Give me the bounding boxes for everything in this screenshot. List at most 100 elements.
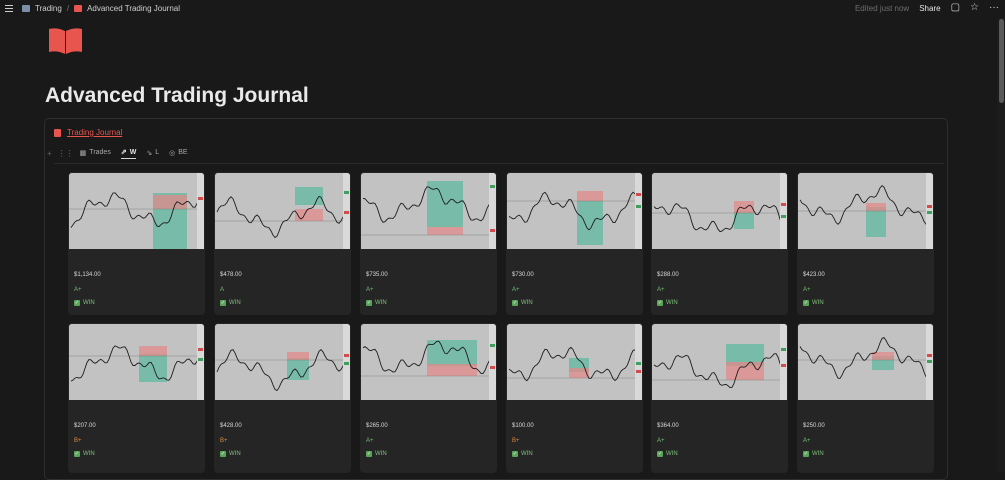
tab-be[interactable]: ◎ BE xyxy=(169,149,187,159)
gallery-card[interactable]: $207.00 B+ ✓ WIN xyxy=(68,323,205,473)
gallery-card[interactable]: $478.00 A ✓ WIN xyxy=(214,172,351,315)
checkmark-icon: ✓ xyxy=(512,451,518,457)
checkmark-icon: ✓ xyxy=(803,451,809,457)
trade-result: ✓ WIN xyxy=(512,300,533,306)
comment-icon[interactable]: ▢ xyxy=(951,3,960,13)
result-label: WIN xyxy=(812,300,824,306)
chart-thumbnail xyxy=(69,324,204,400)
checkmark-icon: ✓ xyxy=(366,451,372,457)
checkmark-icon: ✓ xyxy=(657,451,663,457)
trade-result: ✓ WIN xyxy=(657,451,678,457)
divider xyxy=(54,163,944,164)
scrollbar-thumb[interactable] xyxy=(999,19,1004,103)
gallery-card[interactable]: $1,134.00 A+ ✓ WIN xyxy=(68,172,205,315)
gallery-card[interactable]: $364.00 A+ ✓ WIN xyxy=(651,323,788,473)
bar-chart-icon: ▩ xyxy=(79,149,87,157)
trade-result: ✓ WIN xyxy=(366,451,387,457)
gallery-card[interactable]: $288.00 A+ ✓ WIN xyxy=(651,172,788,315)
checkmark-icon: ✓ xyxy=(657,300,663,306)
breadcrumb: Trading / Advanced Trading Journal xyxy=(22,4,180,13)
trend-down-icon: ⇘ xyxy=(146,149,153,157)
result-label: WIN xyxy=(666,451,678,457)
result-label: WIN xyxy=(229,300,241,306)
result-label: WIN xyxy=(83,451,95,457)
trade-result: ✓ WIN xyxy=(366,300,387,306)
trade-grade: B+ xyxy=(220,438,228,444)
tab-label: BE xyxy=(178,149,188,156)
gallery-card[interactable]: $265.00 A+ ✓ WIN xyxy=(360,323,497,473)
trade-grade: A+ xyxy=(366,438,374,444)
chart-thumbnail xyxy=(69,173,204,249)
top-bar: Trading / Advanced Trading Journal Edite… xyxy=(0,0,1005,18)
chart-thumbnail xyxy=(798,324,933,400)
result-label: WIN xyxy=(375,300,387,306)
trade-amount: $265.00 xyxy=(366,423,388,429)
tab-label: Trades xyxy=(89,149,111,156)
chart-thumbnail xyxy=(798,173,933,249)
trade-grade: A+ xyxy=(803,287,811,293)
checkmark-icon: ✓ xyxy=(220,300,226,306)
trade-result: ✓ WIN xyxy=(74,300,95,306)
chart-thumbnail xyxy=(361,173,496,249)
chart-thumbnail xyxy=(507,173,642,249)
trade-result: ✓ WIN xyxy=(657,300,678,306)
chart-thumbnail xyxy=(361,324,496,400)
tab-trades[interactable]: ▩ Trades xyxy=(80,149,111,159)
result-label: WIN xyxy=(521,451,533,457)
trade-amount: $428.00 xyxy=(220,423,242,429)
trade-grade: A+ xyxy=(803,438,811,444)
checkmark-icon: ✓ xyxy=(803,300,809,306)
share-button[interactable]: Share xyxy=(919,4,940,13)
breadcrumb-item-trading[interactable]: Trading xyxy=(35,4,62,13)
result-label: WIN xyxy=(812,451,824,457)
trade-amount: $288.00 xyxy=(657,272,679,278)
gallery-card[interactable]: $423.00 A+ ✓ WIN xyxy=(797,172,934,315)
chart-icon xyxy=(22,5,30,12)
gallery-card[interactable]: $250.00 A+ ✓ WIN xyxy=(797,323,934,473)
page-title: Advanced Trading Journal xyxy=(45,84,309,107)
checkmark-icon: ✓ xyxy=(366,300,372,306)
result-label: WIN xyxy=(229,451,241,457)
checkmark-icon: ✓ xyxy=(74,300,80,306)
trade-amount: $100.00 xyxy=(512,423,534,429)
breadcrumb-item-journal[interactable]: Advanced Trading Journal xyxy=(87,4,180,13)
checkmark-icon: ✓ xyxy=(220,451,226,457)
gallery-card[interactable]: $730.00 A+ ✓ WIN xyxy=(506,172,643,315)
trade-result: ✓ WIN xyxy=(803,300,824,306)
gallery-card[interactable]: $100.00 B+ ✓ WIN xyxy=(506,323,643,473)
tab-l[interactable]: ⇘ L xyxy=(146,149,159,159)
checkmark-icon: ✓ xyxy=(74,451,80,457)
tab-w[interactable]: ⇗ W xyxy=(120,148,137,159)
gallery-card[interactable]: $428.00 B+ ✓ WIN xyxy=(214,323,351,473)
trade-grade: A xyxy=(220,287,225,293)
trade-amount: $207.00 xyxy=(74,423,96,429)
trade-result: ✓ WIN xyxy=(74,451,95,457)
edited-status: Edited just now xyxy=(854,3,910,13)
tab-label: W xyxy=(129,148,137,156)
globe-icon: ◎ xyxy=(169,149,176,157)
trade-grade: A+ xyxy=(366,287,374,293)
more-icon[interactable]: ··· xyxy=(989,3,999,13)
chart-thumbnail xyxy=(507,324,642,400)
chart-thumbnail xyxy=(652,324,787,400)
trade-amount: $423.00 xyxy=(803,272,825,278)
add-icon[interactable]: + xyxy=(47,149,52,158)
trade-result: ✓ WIN xyxy=(803,451,824,457)
trade-amount: $1,134.00 xyxy=(74,272,101,278)
trade-result: ✓ WIN xyxy=(220,451,241,457)
star-icon[interactable]: ☆ xyxy=(970,3,979,13)
result-label: WIN xyxy=(83,300,95,306)
drag-handle-icon[interactable]: ⋮⋮ xyxy=(58,149,74,158)
menu-icon[interactable] xyxy=(5,5,13,12)
result-label: WIN xyxy=(666,300,678,306)
checkmark-icon: ✓ xyxy=(512,300,518,306)
trade-amount: $478.00 xyxy=(220,272,242,278)
chart-thumbnail xyxy=(652,173,787,249)
trade-amount: $730.00 xyxy=(512,272,534,278)
book-icon xyxy=(74,5,83,12)
trend-up-icon: ⇗ xyxy=(120,149,127,156)
chart-thumbnail xyxy=(215,324,350,400)
database-title[interactable]: Trading Journal xyxy=(67,128,122,137)
trade-result: ✓ WIN xyxy=(512,451,533,457)
gallery-card[interactable]: $735.00 A+ ✓ WIN xyxy=(360,172,497,315)
